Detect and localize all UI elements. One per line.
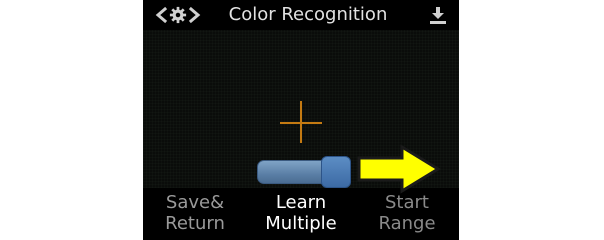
menu-item-label: Start [385, 192, 429, 213]
page-title: Color Recognition [228, 4, 388, 25]
download-icon[interactable] [429, 5, 447, 25]
menu-item-label: Learn [275, 192, 327, 213]
menu-item-label: Return [165, 213, 225, 234]
device-screen: Color Recognition Save& Return Learn Mul… [143, 0, 459, 240]
crosshair-icon [300, 101, 302, 143]
gear-icon[interactable] [169, 5, 187, 25]
menu-item-label: Range [378, 213, 436, 234]
start-range-button[interactable]: Start Range [357, 192, 457, 234]
save-return-button[interactable]: Save& Return [145, 192, 245, 234]
slider-thumb[interactable] [321, 156, 351, 188]
menu-item-label: Multiple [265, 213, 337, 234]
chevron-left-icon[interactable] [153, 6, 169, 24]
menu-item-label: Save& [165, 192, 225, 213]
title-bar: Color Recognition [143, 0, 459, 30]
chevron-right-icon[interactable] [187, 6, 203, 24]
bottom-menu: Save& Return Learn Multiple Start Range [143, 188, 459, 240]
arrow-right-icon [357, 144, 441, 194]
learn-multiple-button[interactable]: Learn Multiple [251, 192, 351, 234]
